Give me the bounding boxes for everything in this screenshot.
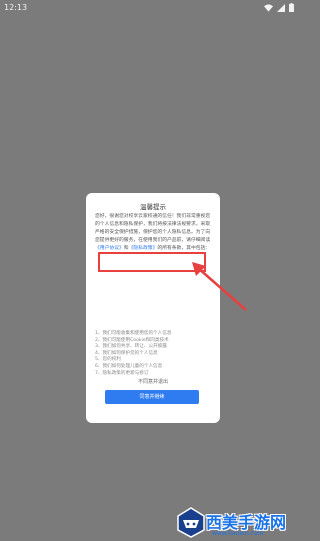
battery-icon: [289, 3, 294, 12]
signal-icon: [277, 3, 285, 12]
terms-list: 1、我们可能收集和使用您的个人信息 2、我们可能使用Cookie和同类技术 3、…: [95, 331, 213, 377]
agree-continue-button[interactable]: 同意并继续: [105, 390, 199, 404]
watermark-logo-icon: [177, 507, 205, 538]
list-item: 5、您的权利: [95, 357, 121, 363]
dialog-body: 您好，很谢您对校享云家校通的信任！我们非常重视您的个人信息和隐私保护，我们将按法…: [95, 213, 213, 253]
user-agreement-link[interactable]: 《用户协议》: [95, 246, 124, 251]
status-icons: [264, 3, 294, 12]
disagree-exit-button[interactable]: 不同意并退出: [86, 378, 220, 385]
annotation-arrow-icon: [192, 262, 247, 311]
list-item: 6、我们如何处理儿童的个人信息: [95, 363, 163, 369]
watermark-url: www.hanxm.com: [212, 530, 264, 537]
list-item: 3、我们如何共享、转让、公开披露: [95, 344, 167, 350]
body-suffix: 的所有条款，其中包括：: [157, 246, 211, 251]
privacy-policy-link[interactable]: 《隐私政策》: [129, 246, 158, 251]
dialog-title: 温馨提示: [140, 203, 166, 211]
body-prefix: 您好，很谢您对校享云家校通的信任！我们非常重视您的个人信息和隐私保护，我们将按法…: [95, 214, 211, 243]
list-item: 7、隐私政策的更新与修订: [95, 370, 149, 376]
list-item: 1、我们可能收集和使用您的个人信息: [95, 331, 172, 336]
watermark: 西美手游网 www.hanxm.com: [176, 506, 296, 540]
wifi-icon: [264, 3, 273, 12]
status-time: 12:13: [4, 3, 28, 12]
status-bar: 12:13: [0, 0, 300, 16]
